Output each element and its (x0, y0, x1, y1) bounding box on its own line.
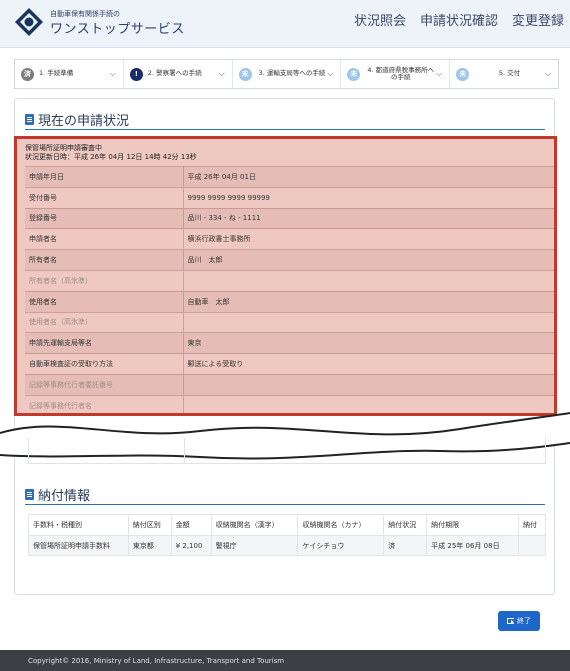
done-badge-icon: 済 (21, 67, 34, 81)
step-label: 4. 都道府県税事務所への手続 (367, 65, 435, 81)
row-key: 自動車検査証の受取り方法 (25, 353, 184, 375)
row-value: 品川 - 334 - ね - 1111 (183, 207, 554, 229)
copyright-text: Copyright© 2016, Ministry of Land, Infra… (28, 656, 285, 665)
col-header: 収納機関名（漢字） (210, 514, 299, 536)
row-value (183, 311, 554, 333)
step-label: 3. 運輸支局等への手続 (258, 69, 326, 78)
payment-table: 手数料・税種別 納付区別 金額 収納機関名（漢字） 収納機関名（カナ） 納付状況… (28, 514, 547, 556)
row-value: 郵送による受取り (183, 353, 554, 375)
table-row: 記録等事務代行者委託番号 (25, 373, 554, 396)
pending-badge-icon: 未 (456, 67, 470, 81)
table-row: 申請者名 横浜行政書士事務所 (25, 228, 554, 250)
col-header: 収納機関名（カナ） (297, 514, 385, 536)
payment-section-title: 納付情報 (25, 485, 90, 504)
process-stepper: 済 1. 手続準備 ⌵ ! 2. 警察署への手続 ⌵ 未 3. 運輸支局等への手… (14, 59, 559, 89)
col-header: 納付状況 (383, 514, 428, 536)
status-section-title-text: 現在の申請状況 (38, 114, 130, 129)
table-row: 自動車検査証の受取り方法 郵送による受取り (25, 353, 554, 375)
table-row: 所有者名（高氷準） (25, 269, 554, 292)
application-details-table: 申請年月日 平成 26年 04月 01日 受付番号 9999 9999 9999 9… (25, 166, 554, 413)
row-key: 所有者名 (25, 249, 184, 271)
pending-badge-icon: 未 (238, 67, 252, 81)
pending-badge-icon: 未 (347, 67, 361, 81)
table-row: 保管場所証明申請手数料 東京都 ¥ 2,100 警視庁 ケイシチョウ 済 平成 … (28, 535, 547, 556)
col-header: 納付 (517, 514, 547, 536)
col-header: 金額 (170, 514, 212, 536)
row-value: 横浜行政書士事務所 (183, 228, 554, 250)
row-key: 受付番号 (25, 186, 184, 209)
brand-title: ワンストップサービス (50, 22, 185, 37)
cell: 保管場所証明申請手数料 (28, 535, 129, 556)
document-icon (25, 489, 34, 500)
row-key: 使用者名 (25, 290, 184, 313)
step-2[interactable]: ! 2. 警察署への手続 ⌵ (124, 60, 233, 88)
row-key: 使用者名（高氷準） (25, 311, 184, 333)
row-key: 申請者名 (25, 228, 184, 250)
table-row: 受付番号 9999 9999 9999 99999 (25, 186, 554, 209)
step-label: 5. 交付 (498, 69, 521, 78)
table-row: 登録番号 品川 - 334 - ね - 1111 (25, 207, 554, 229)
chevron-down-icon: ⌵ (218, 69, 225, 78)
document-icon (25, 114, 34, 125)
table-row: 申請先運輸支局等名 東京 (25, 332, 554, 354)
divider (25, 504, 545, 505)
table-remainder (28, 438, 546, 464)
finish-button-label: 終了 (517, 618, 531, 625)
finish-button[interactable]: 終了 (498, 611, 540, 631)
step-4[interactable]: 未 4. 都道府県税事務所への手続 ⌵ (341, 60, 451, 88)
row-key: 所有者名（高氷準） (25, 269, 184, 292)
row-value: 平成 26年 04月 01日 (183, 166, 554, 188)
row-value (183, 269, 554, 292)
col-header: 手数料・税種別 (28, 514, 129, 536)
status-section-title: 現在の申請状況 (25, 110, 129, 129)
row-key: 申請年月日 (25, 166, 184, 188)
status-updated: 状況更新日時：平成 26年 04月 12日 14時 42分 13秒 (25, 153, 197, 162)
cell: 済 (383, 535, 428, 556)
application-status-highlight: 保管場所証明申請審査中 状況更新日時：平成 26年 04月 12日 14時 42… (14, 136, 557, 416)
logo-icon[interactable] (14, 7, 44, 37)
table-row: 申請年月日 平成 26年 04月 01日 (25, 166, 554, 188)
top-nav: 状況照会 申請状況確認 変更登録 (354, 10, 564, 29)
step-5[interactable]: 未 5. 交付 ⌵ (450, 60, 558, 88)
chevron-down-icon: ⌵ (544, 69, 551, 78)
row-value: 自動車 太郎 (183, 290, 554, 313)
step-3[interactable]: 未 3. 運輸支局等への手続 ⌵ (233, 60, 342, 88)
step-label: 1. 手続準備 (39, 69, 74, 78)
table-row: 使用者名（高氷準） (25, 311, 554, 333)
table-row: 使用者名 自動車 太郎 (25, 290, 554, 313)
row-key: 記録等事務代行者委託番号 (25, 373, 184, 396)
header: 自動車保有関係手続の ワンストップサービス 状況照会 申請状況確認 変更登録 (0, 0, 570, 48)
status-header: 保管場所証明申請審査中 状況更新日時：平成 26年 04月 12日 14時 42… (17, 139, 554, 162)
cell (517, 535, 547, 556)
nav-application-status[interactable]: 申請状況確認 (420, 10, 498, 29)
cell: ¥ 2,100 (170, 535, 212, 556)
col-header: 納付期限 (426, 514, 519, 536)
footer: Copyright© 2016, Ministry of Land, Infra… (0, 650, 570, 671)
nav-change-registration[interactable]: 変更登録 (512, 10, 564, 29)
table-row: 所有者名 品川 太郎 (25, 249, 554, 271)
chevron-down-icon: ⌵ (109, 69, 116, 78)
exit-icon (507, 618, 514, 624)
row-key: 登録番号 (25, 207, 184, 229)
chevron-down-icon: ⌵ (327, 69, 334, 78)
cell: ケイシチョウ (297, 535, 385, 556)
table-header-row: 手数料・税種別 納付区別 金額 収納機関名（漢字） 収納機関名（カナ） 納付状況… (28, 514, 547, 536)
alert-badge-icon: ! (129, 67, 143, 81)
cell: 東京都 (127, 535, 172, 556)
row-key: 申請先運輸支局等名 (25, 332, 184, 354)
divider (25, 129, 545, 130)
row-value: 品川 太郎 (183, 249, 554, 271)
chevron-down-icon: ⌵ (436, 69, 443, 78)
nav-status-inquiry[interactable]: 状況照会 (354, 10, 406, 29)
row-value (183, 373, 554, 396)
cell: 警視庁 (210, 535, 299, 556)
step-1[interactable]: 済 1. 手続準備 ⌵ (15, 60, 124, 88)
col-header: 納付区別 (127, 514, 172, 536)
row-value: 9999 9999 9999 99999 (183, 186, 554, 209)
row-value: 東京 (183, 332, 554, 354)
cell: 平成 25年 06月 08日 (426, 535, 519, 556)
payment-section-title-text: 納付情報 (38, 489, 91, 504)
step-label: 2. 警察署への手続 (147, 69, 202, 78)
status-text: 保管場所証明申請審査中 (25, 144, 102, 152)
